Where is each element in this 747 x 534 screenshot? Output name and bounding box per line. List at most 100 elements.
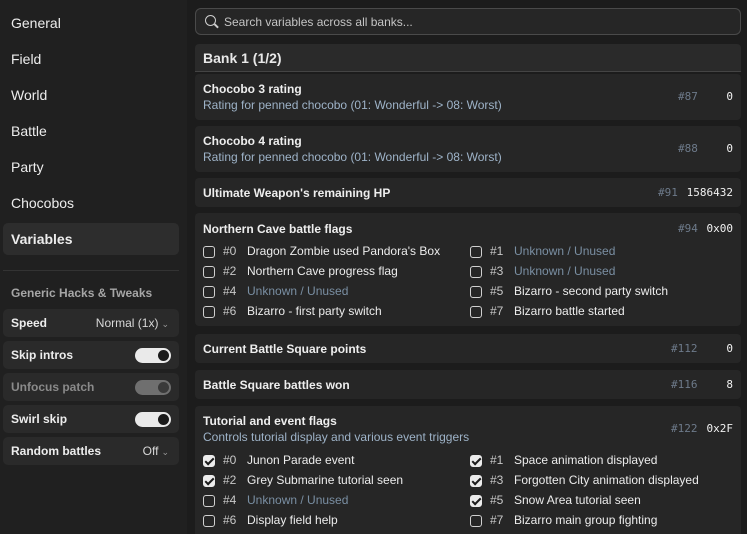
flag-checkbox-row[interactable]: #4 Unknown / Unused bbox=[203, 492, 465, 510]
speed-select[interactable]: Speed Normal (1x) ⌄ bbox=[3, 309, 179, 337]
variable-value[interactable]: 0 bbox=[726, 90, 733, 103]
variable-title: Tutorial and event flags bbox=[203, 414, 337, 428]
checkbox[interactable] bbox=[203, 246, 215, 258]
unfocus-patch-row: Unfocus patch bbox=[3, 373, 179, 401]
flag-checkbox-row[interactable]: #5 Bizarro - second party switch bbox=[470, 283, 732, 301]
variable-title: Battle Square battles won bbox=[203, 378, 350, 392]
variable-address: #112 bbox=[671, 342, 698, 355]
checkbox[interactable] bbox=[470, 246, 482, 258]
variable-address: #91 bbox=[658, 186, 678, 199]
chevron-down-icon: ⌄ bbox=[161, 319, 169, 329]
checkbox[interactable] bbox=[470, 455, 482, 467]
nav-item-battle[interactable]: Battle bbox=[3, 115, 179, 147]
variable-description: Rating for penned chocobo (01: Wonderful… bbox=[203, 98, 502, 112]
nav-item-world[interactable]: World bbox=[3, 79, 179, 111]
flag-label: Junon Parade event bbox=[247, 453, 355, 467]
flag-label: Bizarro battle started bbox=[514, 304, 625, 318]
random-battles-value: Off bbox=[142, 444, 159, 458]
flag-bit: #5 bbox=[490, 284, 504, 298]
flag-label: Bizarro - second party switch bbox=[514, 284, 669, 298]
variable-card: Chocobo 4 rating Rating for penned choco… bbox=[195, 126, 741, 172]
variable-address: #88 bbox=[678, 142, 698, 155]
toggle-knob bbox=[158, 350, 169, 361]
chevron-down-icon: ⌄ bbox=[161, 447, 169, 457]
flag-label: Display field help bbox=[247, 513, 338, 527]
swirl-skip-toggle[interactable] bbox=[135, 412, 171, 427]
swirl-skip-label: Swirl skip bbox=[11, 412, 68, 426]
variable-card: Battle Square battles won #116 8 bbox=[195, 370, 741, 399]
variable-value[interactable]: 8 bbox=[726, 378, 733, 391]
flag-checkbox-row[interactable]: #7 Bizarro main group fighting bbox=[470, 512, 732, 530]
variable-value[interactable]: 1586432 bbox=[687, 186, 733, 199]
section-title: Generic Hacks & Tweaks bbox=[11, 286, 153, 300]
flag-label: Bizarro - first party switch bbox=[247, 304, 382, 318]
flag-bit: #3 bbox=[490, 473, 504, 487]
flag-checkbox-row[interactable]: #1 Space animation displayed bbox=[470, 452, 732, 470]
flag-checkbox-row[interactable]: #6 Bizarro - first party switch bbox=[203, 303, 465, 321]
nav-item-chocobos[interactable]: Chocobos bbox=[3, 187, 179, 219]
nav-item-party[interactable]: Party bbox=[3, 151, 179, 183]
checkbox[interactable] bbox=[203, 455, 215, 467]
skip-intros-label: Skip intros bbox=[11, 348, 74, 362]
flag-checkbox-row[interactable]: #7 Bizarro battle started bbox=[470, 303, 732, 321]
flag-checkbox-row[interactable]: #5 Snow Area tutorial seen bbox=[470, 492, 732, 510]
flag-checkbox-row[interactable]: #0 Junon Parade event bbox=[203, 452, 465, 470]
variable-address: #122 bbox=[671, 422, 698, 435]
variable-value[interactable]: 0x00 bbox=[707, 222, 734, 235]
flag-label: Space animation displayed bbox=[514, 453, 658, 467]
speed-label: Speed bbox=[11, 316, 48, 330]
sidebar-divider bbox=[3, 270, 179, 271]
flag-bit: #1 bbox=[490, 453, 504, 467]
flag-label: Unknown / Unused bbox=[514, 264, 616, 278]
variable-value[interactable]: 0 bbox=[726, 142, 733, 155]
checkbox[interactable] bbox=[203, 495, 215, 507]
flag-label: Grey Submarine tutorial seen bbox=[247, 473, 404, 487]
checkbox[interactable] bbox=[203, 475, 215, 487]
flag-checkbox-row[interactable]: #4 Unknown / Unused bbox=[203, 283, 465, 301]
flag-bit: #0 bbox=[223, 244, 237, 258]
flag-checkbox-row[interactable]: #2 Northern Cave progress flag bbox=[203, 263, 465, 281]
variable-value[interactable]: 0x2F bbox=[707, 422, 734, 435]
variable-title: Northern Cave battle flags bbox=[203, 222, 353, 236]
flag-checkbox-row[interactable]: #6 Display field help bbox=[203, 512, 465, 530]
variable-description: Controls tutorial display and various ev… bbox=[203, 430, 470, 444]
flag-checkbox-row[interactable]: #3 Forgotten City animation displayed bbox=[470, 472, 732, 490]
flag-bit: #2 bbox=[223, 473, 237, 487]
flag-bit: #6 bbox=[223, 304, 237, 318]
nav-item-variables[interactable]: Variables bbox=[3, 223, 179, 255]
flag-label: Unknown / Unused bbox=[514, 244, 616, 258]
variable-title: Chocobo 3 rating bbox=[203, 82, 302, 96]
flag-bit: #0 bbox=[223, 453, 237, 467]
checkbox[interactable] bbox=[470, 475, 482, 487]
variables-panel: Bank 1 (1/2) Chocobo 3 rating Rating for… bbox=[187, 0, 747, 534]
random-battles-select[interactable]: Random battles Off ⌄ bbox=[3, 437, 179, 465]
search-icon bbox=[205, 15, 216, 26]
toggle-knob bbox=[158, 414, 169, 425]
checkbox[interactable] bbox=[470, 515, 482, 527]
bank-title: Bank 1 (1/2) bbox=[195, 44, 741, 72]
checkbox[interactable] bbox=[470, 266, 482, 278]
variable-value[interactable]: 0 bbox=[726, 342, 733, 355]
flag-checkbox-row[interactable]: #1 Unknown / Unused bbox=[470, 243, 732, 261]
checkbox[interactable] bbox=[203, 515, 215, 527]
skip-intros-toggle[interactable] bbox=[135, 348, 171, 363]
variable-title: Current Battle Square points bbox=[203, 342, 367, 356]
checkbox[interactable] bbox=[470, 495, 482, 507]
checkbox[interactable] bbox=[470, 306, 482, 318]
flag-label: Unknown / Unused bbox=[247, 284, 349, 298]
flag-label: Northern Cave progress flag bbox=[247, 264, 398, 278]
flag-checkbox-row[interactable]: #0 Dragon Zombie used Pandora's Box bbox=[203, 243, 465, 261]
checkbox[interactable] bbox=[203, 266, 215, 278]
variable-description: Rating for penned chocobo (01: Wonderful… bbox=[203, 150, 502, 164]
flag-label: Forgotten City animation displayed bbox=[514, 473, 699, 487]
flag-checkbox-row[interactable]: #3 Unknown / Unused bbox=[470, 263, 732, 281]
unfocus-patch-toggle[interactable] bbox=[135, 380, 171, 395]
skip-intros-row: Skip intros bbox=[3, 341, 179, 369]
checkbox[interactable] bbox=[203, 286, 215, 298]
checkbox[interactable] bbox=[203, 306, 215, 318]
nav-item-general[interactable]: General bbox=[3, 7, 179, 39]
checkbox[interactable] bbox=[470, 286, 482, 298]
search-input[interactable] bbox=[224, 9, 724, 34]
nav-item-field[interactable]: Field bbox=[3, 43, 179, 75]
flag-checkbox-row[interactable]: #2 Grey Submarine tutorial seen bbox=[203, 472, 465, 490]
